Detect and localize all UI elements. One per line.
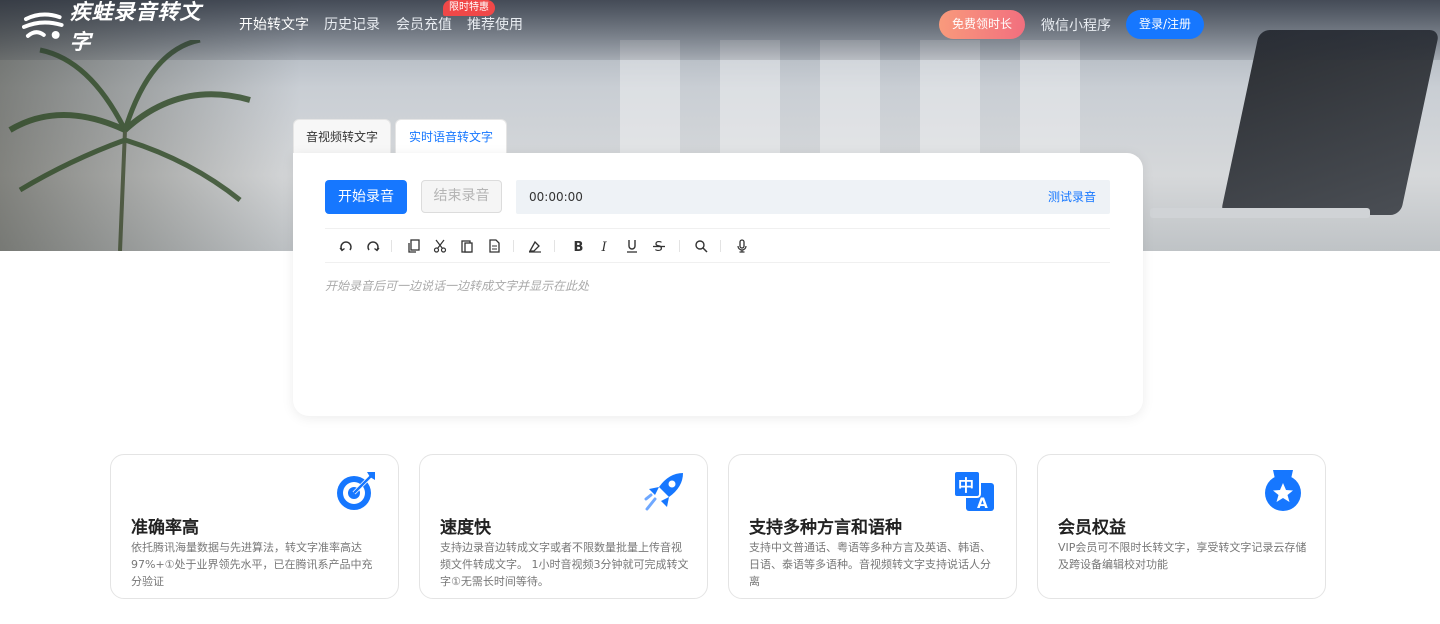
italic-icon[interactable]: I	[597, 238, 613, 254]
undo-icon[interactable]	[338, 238, 354, 254]
nav-start-transcribe[interactable]: 开始转文字	[239, 14, 309, 34]
feature-title: 会员权益	[1058, 518, 1126, 538]
copy-icon[interactable]	[406, 238, 422, 254]
recording-timer: 00:00:00	[529, 190, 583, 204]
promo-badge: 限时特惠	[443, 0, 495, 16]
frog-logo-icon	[22, 12, 64, 39]
feature-description: VIP会员可不限时长转文字，享受转文字记录云存储及跨设备编辑校对功能	[1058, 541, 1307, 571]
free-time-button[interactable]: 免费领时长	[939, 10, 1025, 39]
feature-title: 速度快	[440, 518, 491, 538]
clear-format-icon[interactable]	[527, 238, 543, 254]
nav-mini-program[interactable]: 微信小程序	[1041, 15, 1111, 35]
medal-icon	[1265, 470, 1301, 511]
feature-description: 依托腾讯海量数据与先进算法，转文字准率高达97%+①处于业界领先水平，已在腾讯系…	[131, 541, 373, 588]
start-recording-button[interactable]: 开始录音	[325, 180, 407, 214]
feature-description: 支持中文普通话、粤语等多种方言及英语、韩语、日语、泰语等多语种。音视频转文字支持…	[749, 541, 991, 588]
paste-icon[interactable]	[459, 238, 475, 254]
search-icon[interactable]	[693, 238, 709, 254]
microphone-icon[interactable]	[734, 238, 750, 254]
stop-recording-button[interactable]: 结束录音	[421, 180, 502, 213]
editor-toolbar: B I S	[325, 228, 1110, 263]
strikethrough-icon[interactable]: S	[651, 238, 667, 254]
timer-bar: 00:00:00 测试录音	[516, 180, 1110, 214]
recorder-panel: 开始录音 结束录音 00:00:00 测试录音 B I S 开始录音后可一边说话…	[293, 153, 1143, 416]
target-icon	[337, 472, 375, 510]
cut-icon[interactable]	[432, 238, 448, 254]
redo-icon[interactable]	[365, 238, 381, 254]
transcript-placeholder[interactable]: 开始录音后可一边说话一边转成文字并显示在此处	[325, 277, 589, 294]
svg-text:中: 中	[958, 476, 974, 495]
svg-text:I: I	[601, 240, 608, 253]
feature-card-membership: 会员权益 VIP会员可不限时长转文字，享受转文字记录云存储及跨设备编辑校对功能	[1037, 454, 1326, 599]
translate-icon: 中 A	[953, 470, 994, 512]
underline-icon[interactable]	[624, 238, 640, 254]
test-recording-link[interactable]: 测试录音	[1048, 180, 1096, 214]
feature-card-accuracy: 准确率高 依托腾讯海量数据与先进算法，转文字准率高达97%+①处于业界领先水平，…	[110, 454, 399, 599]
paste-text-icon[interactable]	[486, 238, 502, 254]
feature-title: 准确率高	[131, 518, 199, 538]
feature-card-languages: 中 A 支持多种方言和语种 支持中文普通话、粤语等多种方言及英语、韩语、日语、泰…	[728, 454, 1017, 599]
brand-name: 疾蛙录音转文字	[69, 0, 202, 54]
feature-card-speed: 速度快 支持边录音边转成文字或者不限数量批量上传音视频文件转成文字。 1小时音视…	[419, 454, 708, 599]
feature-title: 支持多种方言和语种	[749, 518, 902, 538]
tab-media-transcribe[interactable]: 音视频转文字	[293, 119, 391, 153]
bold-icon[interactable]: B	[570, 238, 586, 254]
nav-recommend[interactable]: 推荐使用	[467, 14, 523, 34]
nav-membership[interactable]: 会员充值	[396, 14, 452, 34]
feature-description: 支持边录音边转成文字或者不限数量批量上传音视频文件转成文字。 1小时音视频3分钟…	[440, 541, 689, 588]
tab-realtime-transcribe[interactable]: 实时语音转文字	[395, 119, 507, 153]
nav-history[interactable]: 历史记录	[324, 14, 380, 34]
brand-logo[interactable]: 疾蛙录音转文字	[22, 0, 222, 54]
top-nav: 疾蛙录音转文字 开始转文字 历史记录 会员充值 推荐使用 限时特惠 免费领时长 …	[0, 0, 1440, 54]
rocket-icon	[644, 473, 683, 511]
svg-text:B: B	[574, 240, 584, 253]
svg-text:A: A	[977, 496, 988, 512]
login-button[interactable]: 登录/注册	[1126, 10, 1204, 39]
